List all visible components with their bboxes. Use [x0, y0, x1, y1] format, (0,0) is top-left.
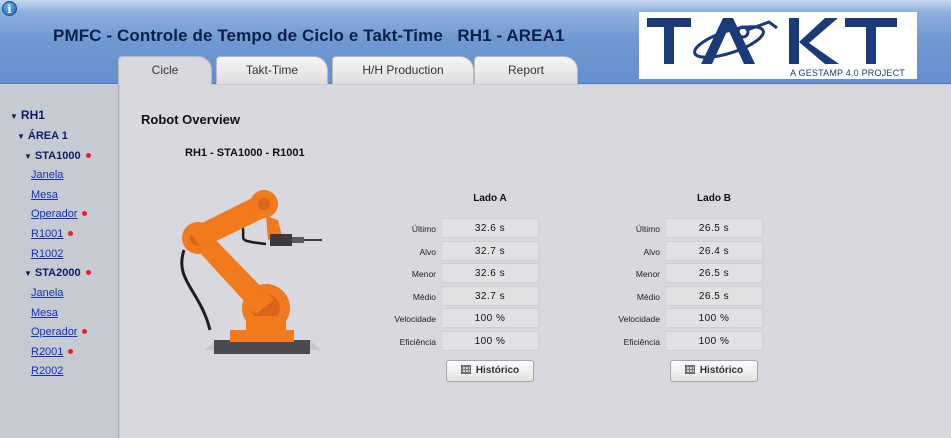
metric-label: Velocidade	[394, 314, 436, 324]
tab-cicle[interactable]: Cicle	[118, 56, 212, 85]
info-icon[interactable]: i	[2, 1, 17, 16]
tree-node-sta1000[interactable]: ▼ STA1000	[24, 150, 91, 162]
takt-logo-wordmark	[647, 18, 897, 64]
tree-link-operador[interactable]: Operador	[31, 208, 88, 220]
alert-dot	[68, 231, 74, 236]
tree-node-area1[interactable]: ▼ ÁREA 1	[17, 130, 68, 142]
metric-label: Menor	[635, 269, 660, 279]
metric-label: Eficiência	[399, 337, 436, 347]
metric-label: Menor	[411, 269, 436, 279]
tree-link-r1001[interactable]: R1001	[31, 228, 74, 240]
main-panel: Robot Overview RH1 - STA1000 - R1001 Lad…	[120, 85, 951, 438]
metric-value: 100 %	[665, 331, 763, 351]
alert-dot	[68, 349, 74, 354]
tree-link-mesa[interactable]: Mesa	[31, 189, 58, 201]
metric-value: 32.6 s	[441, 263, 539, 283]
tree-node-rh1[interactable]: ▼ RH1	[10, 108, 45, 122]
tree-link-mesa[interactable]: Mesa	[31, 307, 58, 319]
metric-value: 32.7 s	[441, 241, 539, 261]
robot-path: RH1 - STA1000 - R1001	[185, 147, 305, 159]
alert-dot	[85, 270, 91, 275]
metric-label: Médio	[636, 292, 660, 302]
metric-value: 26.5 s	[665, 218, 763, 238]
logo-tagline: A GESTAMP 4.0 PROJECT	[790, 68, 905, 78]
metric-label: Alvo	[643, 247, 660, 257]
metric-value: 100 %	[441, 331, 539, 351]
metric-label: Alvo	[419, 247, 436, 257]
triangle-down-icon: ▼	[10, 112, 18, 121]
table-grid-icon	[460, 365, 471, 374]
page-title: PMFC - Controle de Tempo de Ciclo e Takt…	[53, 26, 565, 45]
table-grid-icon	[684, 365, 695, 374]
history-button[interactable]: Histórico	[446, 360, 534, 382]
tree-link-janela[interactable]: Janela	[31, 169, 63, 181]
metric-label: Velocidade	[618, 314, 660, 324]
section-title: Robot Overview	[141, 112, 240, 127]
metric-label: Médio	[412, 292, 436, 302]
tree-link-janela[interactable]: Janela	[31, 287, 63, 299]
metric-value: 26.5 s	[665, 263, 763, 283]
robot-arm-icon	[180, 190, 322, 354]
triangle-down-icon: ▼	[24, 269, 32, 278]
tree-node-sta2000[interactable]: ▼ STA2000	[24, 267, 91, 279]
triangle-down-icon: ▼	[17, 132, 25, 141]
triangle-down-icon: ▼	[24, 152, 32, 161]
metric-value: 32.6 s	[441, 218, 539, 238]
tree-link-r1002[interactable]: R1002	[31, 248, 63, 260]
history-button[interactable]: Histórico	[670, 360, 758, 382]
tab-takt-time[interactable]: Takt-Time	[216, 56, 328, 84]
tree-link-operador[interactable]: Operador	[31, 326, 88, 338]
metric-label: Último	[411, 224, 436, 234]
metric-value: 26.5 s	[665, 286, 763, 306]
side-title: Lado B	[697, 193, 731, 204]
app-header: PMFC - Controle de Tempo de Ciclo e Takt…	[0, 0, 951, 85]
tab-report[interactable]: Report	[474, 56, 578, 84]
tab-hh-production[interactable]: H/H Production	[332, 56, 474, 84]
metric-label: Último	[635, 224, 660, 234]
alert-dot	[82, 211, 88, 216]
metric-value: 32.7 s	[441, 286, 539, 306]
metric-label: Eficiência	[623, 337, 660, 347]
metric-value: 100 %	[441, 308, 539, 328]
takt-logo: A GESTAMP 4.0 PROJECT	[639, 12, 917, 79]
tree-link-r2001[interactable]: R2001	[31, 346, 74, 358]
navigation-tree: ▼ RH1 ▼ ÁREA 1 ▼ STA1000 Janela Mesa Operad…	[0, 85, 119, 438]
alert-dot	[85, 153, 91, 158]
metric-value: 26.4 s	[665, 241, 763, 261]
alert-dot	[82, 329, 88, 334]
side-title: Lado A	[473, 193, 507, 204]
tree-link-r2002[interactable]: R2002	[31, 365, 63, 377]
metric-value: 100 %	[665, 308, 763, 328]
